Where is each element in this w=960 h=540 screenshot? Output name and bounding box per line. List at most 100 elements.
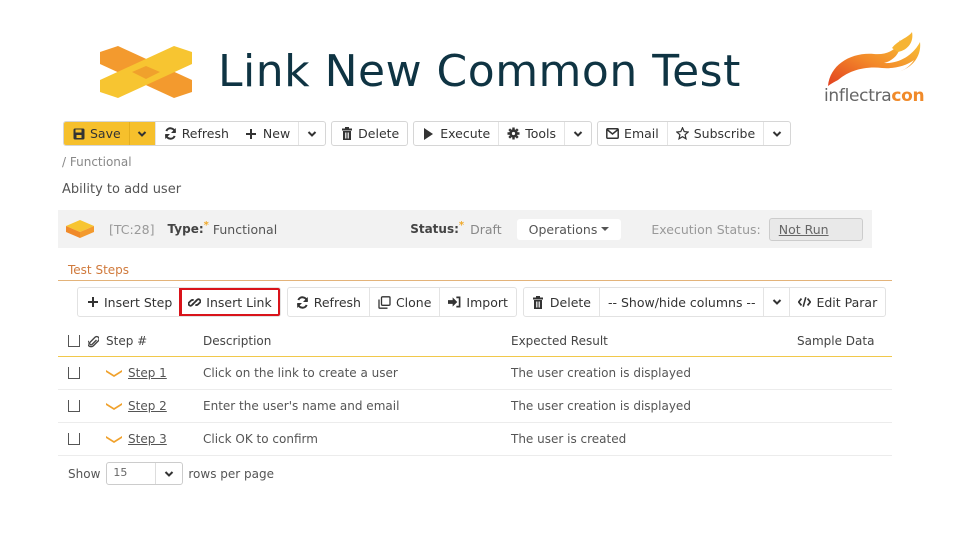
caret-down-icon (601, 227, 610, 231)
steps-delete-button[interactable]: Delete (524, 288, 600, 316)
refresh-icon (164, 127, 177, 140)
chevron-down-icon (307, 130, 317, 137)
row-checkbox[interactable] (68, 400, 80, 412)
select-all-checkbox[interactable] (68, 335, 80, 347)
status-label: Status:* (410, 220, 465, 236)
save-button[interactable]: Save (64, 122, 130, 145)
row-checkbox[interactable] (68, 433, 80, 445)
refresh-button[interactable]: Refresh (156, 122, 237, 145)
show-hide-columns-dropdown[interactable] (764, 288, 791, 316)
chevron-down-icon (772, 130, 782, 137)
execute-group: Execute Tools (413, 121, 593, 146)
edit-parameters-button[interactable]: Edit Parar (790, 288, 885, 316)
brand-text-con: con (891, 86, 925, 106)
test-case-id: [TC:28] (109, 221, 155, 237)
breadcrumb[interactable]: / Functional (62, 155, 132, 169)
operations-label: Operations (528, 221, 598, 237)
rows-per-page-dropdown[interactable] (156, 463, 182, 484)
insert-link-label: Insert Link (206, 294, 272, 310)
chevron-down-icon (573, 130, 583, 137)
play-icon (422, 127, 435, 140)
column-header-step[interactable]: Step # (106, 326, 147, 356)
delete-group: Delete (331, 121, 409, 146)
type-value[interactable]: Functional (213, 222, 277, 237)
step-link[interactable]: Step 2 (128, 399, 167, 413)
save-options-dropdown[interactable] (129, 122, 156, 145)
test-case-icon (66, 220, 94, 238)
insert-link-button[interactable]: Insert Link (179, 288, 280, 316)
envelope-icon (606, 127, 619, 140)
column-header-description[interactable]: Description (203, 326, 271, 356)
column-header-expected-result[interactable]: Expected Result (511, 326, 608, 356)
test-case-name[interactable]: Ability to add user (62, 182, 181, 197)
step-chevron-icon (106, 403, 122, 410)
import-icon (448, 296, 461, 309)
execution-status-value[interactable]: Not Run (768, 217, 863, 241)
spirateam-logo (100, 46, 192, 98)
step-chevron-icon (106, 436, 122, 443)
test-case-info-bar: [TC:28] Type:* Functional Status:* Draft… (58, 210, 872, 248)
floppy-disk-icon (72, 127, 85, 140)
execute-button[interactable]: Execute (414, 122, 500, 145)
new-options-dropdown[interactable] (299, 122, 325, 145)
subscribe-options-dropdown[interactable] (764, 122, 790, 145)
save-label: Save (90, 126, 121, 141)
step-expected-result[interactable]: The user creation is displayed (511, 357, 691, 389)
table-row: Step 2 Enter the user's name and email T… (58, 390, 892, 423)
save-group: Save Refresh New (63, 121, 327, 146)
test-steps-heading: Test Steps (68, 263, 130, 277)
step-description[interactable]: Click on the link to create a user (203, 357, 398, 389)
chevron-down-icon (772, 299, 782, 305)
step-description[interactable]: Click OK to confirm (203, 423, 318, 455)
step-link[interactable]: Step 3 (128, 432, 167, 446)
insert-step-label: Insert Step (104, 294, 173, 310)
rows-per-page-select[interactable]: 15 (106, 462, 184, 485)
rows-per-page-value: 15 (107, 463, 157, 484)
operations-dropdown[interactable]: Operations (516, 218, 622, 240)
insert-step-button[interactable]: Insert Step (78, 288, 180, 316)
refresh-group: Refresh Clone Import (286, 287, 517, 317)
tools-options-dropdown[interactable] (565, 122, 591, 145)
test-steps-table: Step # Description Expected Result Sampl… (58, 326, 892, 456)
chevron-down-icon (137, 130, 147, 137)
subscribe-button[interactable]: Subscribe (668, 122, 765, 145)
delete-button[interactable]: Delete (332, 122, 407, 145)
import-button[interactable]: Import (440, 288, 515, 316)
step-expected-result[interactable]: The user creation is displayed (511, 390, 691, 422)
paperclip-icon (88, 335, 99, 347)
step-expected-result[interactable]: The user is created (511, 423, 626, 455)
step-description[interactable]: Enter the user's name and email (203, 390, 399, 422)
show-hide-columns-select[interactable]: -- Show/hide columns -- (600, 288, 765, 316)
new-button[interactable]: New (237, 122, 300, 145)
main-toolbar: Save Refresh New Delete Execute Tools Em… (63, 121, 792, 146)
clone-icon (378, 295, 391, 309)
execute-label: Execute (440, 126, 491, 141)
type-label: Type:* (167, 220, 209, 236)
email-button[interactable]: Email (598, 122, 668, 145)
link-icon (188, 296, 202, 309)
rows-per-page-label: rows per page (188, 466, 275, 481)
refresh-label: Refresh (181, 126, 229, 141)
steps-refresh-button[interactable]: Refresh (288, 288, 370, 316)
clone-button[interactable]: Clone (370, 288, 441, 316)
step-link[interactable]: Step 1 (128, 366, 167, 380)
slide-title: Link New Common Test (218, 46, 741, 97)
brand-text-inflectra: inflectra (824, 86, 892, 106)
table-header-row: Step # Description Expected Result Sampl… (58, 326, 892, 357)
subscribe-label: Subscribe (693, 126, 756, 141)
column-header-sample-data[interactable]: Sample Data (797, 326, 874, 356)
show-label: Show (68, 466, 101, 481)
trash-icon (532, 295, 545, 309)
import-label: Import (466, 294, 508, 310)
tools-button[interactable]: Tools (499, 122, 566, 145)
tools-label: Tools (525, 126, 557, 141)
steps-delete-group: Delete -- Show/hide columns -- Edit Para… (522, 287, 887, 317)
row-checkbox[interactable] (68, 367, 80, 379)
steps-delete-label: Delete (549, 294, 591, 310)
steps-refresh-label: Refresh (313, 294, 361, 310)
pagination-controls: Show 15 rows per page (68, 462, 274, 485)
email-label: Email (624, 126, 659, 141)
execution-status-label: Execution Status: (651, 221, 761, 237)
flame-icon (828, 32, 921, 86)
new-label: New (262, 126, 291, 141)
